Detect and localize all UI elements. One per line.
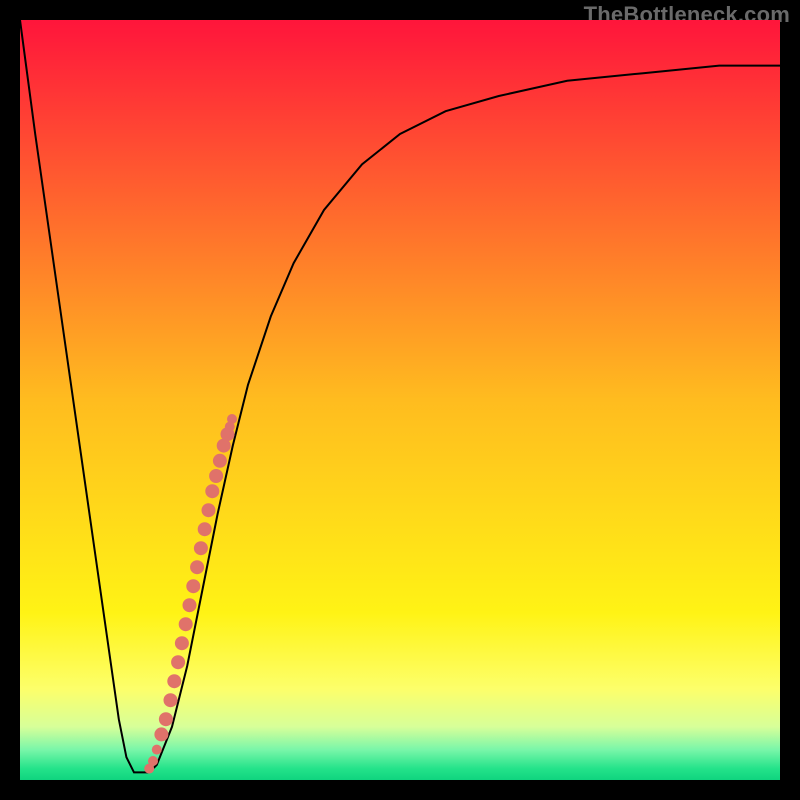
highlight-dot: [154, 727, 168, 741]
highlight-dot: [175, 636, 189, 650]
bottleneck-chart: [20, 20, 780, 780]
highlight-dot: [227, 414, 237, 424]
highlight-dot: [159, 712, 173, 726]
highlight-dot: [213, 454, 227, 468]
chart-frame: TheBottleneck.com: [0, 0, 800, 800]
highlight-dot: [167, 674, 181, 688]
highlight-dot: [209, 469, 223, 483]
highlight-dot: [202, 503, 216, 517]
highlight-dot: [190, 560, 204, 574]
highlight-dot: [152, 745, 162, 755]
highlight-dot: [171, 655, 185, 669]
highlight-dot: [205, 484, 219, 498]
highlight-dot: [198, 522, 212, 536]
highlight-dot: [164, 693, 178, 707]
highlight-dot: [179, 617, 193, 631]
highlight-dot: [148, 756, 158, 766]
highlight-dot: [183, 598, 197, 612]
highlight-dot: [194, 541, 208, 555]
highlight-dot: [186, 579, 200, 593]
